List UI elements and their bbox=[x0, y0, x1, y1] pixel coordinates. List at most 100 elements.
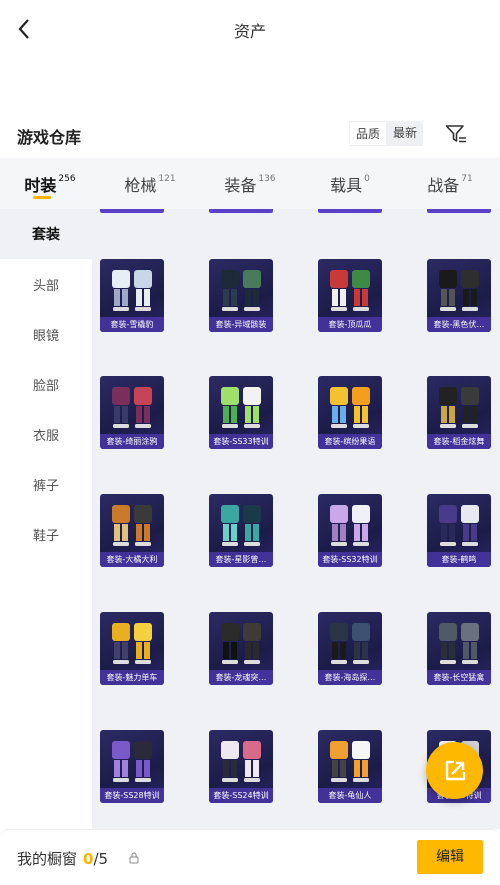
sort-toggle: 品质 最新 bbox=[349, 121, 424, 146]
outfit-image bbox=[112, 505, 152, 546]
outfit-card[interactable]: 套装-SS24特训 bbox=[209, 730, 273, 803]
outfit-image bbox=[330, 505, 370, 546]
outfit-image bbox=[330, 741, 370, 782]
outfit-image bbox=[221, 741, 261, 782]
sidebar-item[interactable]: 脸部 bbox=[0, 359, 92, 409]
outfit-name: 套装-黑色伏… bbox=[427, 317, 491, 332]
edit-button[interactable]: 编辑 bbox=[417, 840, 483, 874]
outfit-card[interactable]: 套装-魅力单车 bbox=[100, 612, 164, 685]
outfit-image bbox=[330, 623, 370, 664]
outfit-image bbox=[439, 387, 479, 428]
tab-1[interactable]: 枪械 121 bbox=[100, 158, 200, 209]
sidebar-item[interactable]: 眼镜 bbox=[0, 309, 92, 359]
outfit-name: 套装-顶瓜瓜 bbox=[318, 317, 382, 332]
outfit-name: 套装-长空猛禽 bbox=[427, 670, 491, 685]
filter-icon bbox=[445, 125, 466, 143]
previous-row-card-edge bbox=[318, 209, 382, 213]
outfit-card[interactable]: 套装-SS28特训 bbox=[100, 730, 164, 803]
outfit-card[interactable]: 套装-长空猛禽 bbox=[427, 612, 491, 685]
my-window-label: 我的橱窗 bbox=[17, 850, 78, 868]
outfit-card[interactable]: 套装-鹤鸣 bbox=[427, 494, 491, 567]
outfit-image bbox=[330, 270, 370, 311]
tab-label: 战备 bbox=[427, 175, 460, 195]
outfit-name: 套装-绮丽涂鸦 bbox=[100, 434, 164, 449]
outfit-card[interactable]: 套装-雪橇豹 bbox=[100, 259, 164, 332]
outfit-name: 套装-SS32特训 bbox=[318, 552, 382, 567]
subcategory-sidebar: 套装 头部 眼镜 脸部 衣服 裤子 鞋子 bbox=[0, 209, 92, 829]
tab-count: 0 bbox=[364, 174, 370, 184]
previous-row-card-edge bbox=[100, 209, 164, 213]
outfit-name: 套装-雪橇豹 bbox=[100, 317, 164, 332]
outfit-name: 套装-龙魂突… bbox=[209, 670, 273, 685]
outfit-name: 套装-SS28特训 bbox=[100, 788, 164, 803]
outfit-image bbox=[439, 270, 479, 311]
outfit-name: 套装-星影曾… bbox=[209, 552, 273, 567]
outfit-name: 套装-SS33特训 bbox=[209, 434, 273, 449]
tab-count: 136 bbox=[258, 174, 276, 184]
my-window-total: 5 bbox=[98, 850, 109, 868]
sort-quality-option[interactable]: 品质 bbox=[349, 121, 388, 146]
outfit-card[interactable]: 套装-大橘大利 bbox=[100, 494, 164, 567]
outfit-card[interactable]: 套装-海岛探… bbox=[318, 612, 382, 685]
outfit-image bbox=[439, 623, 479, 664]
tab-label: 载具 bbox=[330, 175, 363, 195]
outfit-card[interactable]: 套装-绮丽涂鸦 bbox=[100, 376, 164, 449]
filter-button[interactable] bbox=[443, 121, 469, 147]
outfit-name: 套装-稻金炫舞 bbox=[427, 434, 491, 449]
tab-count: 71 bbox=[461, 174, 473, 184]
lock-icon[interactable] bbox=[128, 851, 140, 865]
my-window-status: 我的橱窗 0 / 5 bbox=[17, 848, 108, 869]
outfit-image bbox=[112, 270, 152, 311]
outfit-card[interactable]: 套装-顶瓜瓜 bbox=[318, 259, 382, 332]
outfit-image bbox=[221, 623, 261, 664]
outfit-image bbox=[439, 505, 479, 546]
sidebar-item[interactable]: 裤子 bbox=[0, 459, 92, 509]
tab-count: 256 bbox=[58, 174, 76, 184]
outfit-card[interactable]: 套装-黑色伏… bbox=[427, 259, 491, 332]
sort-newest-option[interactable]: 最新 bbox=[387, 121, 423, 146]
outfit-name: 套装-大橘大利 bbox=[100, 552, 164, 567]
outfit-image bbox=[112, 387, 152, 428]
tab-label: 装备 bbox=[224, 175, 257, 195]
outfit-image bbox=[112, 623, 152, 664]
outfit-image bbox=[221, 270, 261, 311]
sidebar-item[interactable]: 衣服 bbox=[0, 409, 92, 459]
outfit-card[interactable]: 套装-SS32特训 bbox=[318, 494, 382, 567]
share-button[interactable] bbox=[426, 742, 483, 799]
outfit-image bbox=[112, 741, 152, 782]
sidebar-item[interactable]: 头部 bbox=[0, 259, 92, 309]
outfit-name: 套装-龟仙人 bbox=[318, 788, 382, 803]
page-title: 资产 bbox=[233, 22, 266, 41]
tab-label: 枪械 bbox=[124, 175, 157, 195]
tab-active-underline bbox=[33, 196, 51, 199]
outfit-card[interactable]: 套装-稻金炫舞 bbox=[427, 376, 491, 449]
outfit-name: 套装-缤纷果语 bbox=[318, 434, 382, 449]
tab-3[interactable]: 载具 0 bbox=[300, 158, 400, 209]
previous-row-card-edge bbox=[427, 209, 491, 213]
outfit-name: 套装-SS24特训 bbox=[209, 788, 273, 803]
warehouse-title: 游戏仓库 bbox=[17, 128, 82, 147]
tab-4[interactable]: 战备 71 bbox=[400, 158, 500, 209]
outfit-card[interactable]: 套装-龟仙人 bbox=[318, 730, 382, 803]
outfit-image bbox=[221, 387, 261, 428]
outfit-card[interactable]: 套装-龙魂突… bbox=[209, 612, 273, 685]
item-grid: 套装-雪橇豹 套装-异域骸装 套装-顶瓜瓜 套装-黑色伏… 套装-绮丽涂鸦 套装-SS33… bbox=[92, 209, 500, 829]
tab-0[interactable]: 时装 256 bbox=[0, 158, 100, 209]
sidebar-item[interactable]: 套装 bbox=[0, 209, 92, 259]
outfit-name: 套装-鹤鸣 bbox=[427, 552, 491, 567]
category-tabs: 时装 256 枪械 121 装备 136 载具 0 战备 71 bbox=[0, 158, 500, 209]
previous-row-card-edge bbox=[209, 209, 273, 213]
bottom-bar: 我的橱窗 0 / 5 编辑 bbox=[0, 829, 500, 885]
outfit-image bbox=[330, 387, 370, 428]
outfit-name: 套装-海岛探… bbox=[318, 670, 382, 685]
outfit-image bbox=[221, 505, 261, 546]
outfit-card[interactable]: 套装-SS33特训 bbox=[209, 376, 273, 449]
outfit-card[interactable]: 套装-缤纷果语 bbox=[318, 376, 382, 449]
outfit-name: 套装-异域骸装 bbox=[209, 317, 273, 332]
outfit-card[interactable]: 套装-异域骸装 bbox=[209, 259, 273, 332]
warehouse-row: 游戏仓库 品质 最新 bbox=[0, 110, 500, 156]
outfit-card[interactable]: 套装-星影曾… bbox=[209, 494, 273, 567]
tab-2[interactable]: 装备 136 bbox=[200, 158, 300, 209]
sidebar-item[interactable]: 鞋子 bbox=[0, 509, 92, 559]
my-window-count: 0 bbox=[83, 850, 94, 868]
